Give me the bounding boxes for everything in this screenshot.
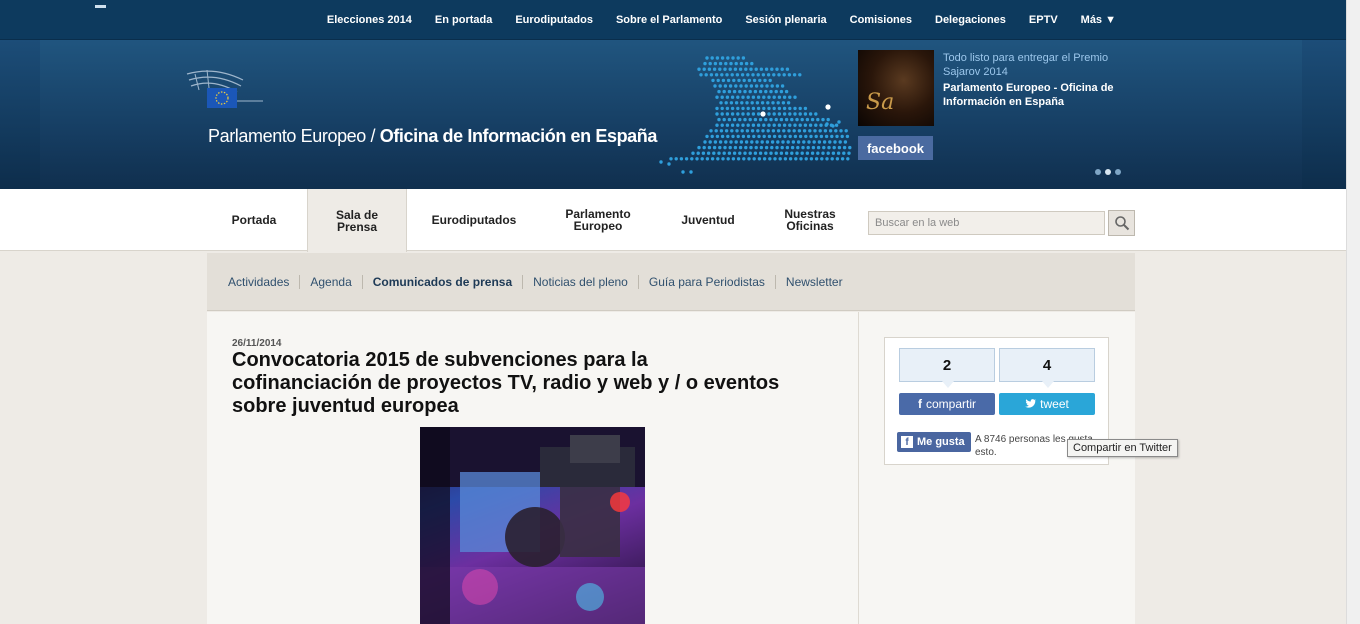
carousel-dot-3[interactable] [1115,169,1121,175]
site-title-bold: Oficina de Información en España [379,126,658,146]
mainnav-sala-de-prensa[interactable]: Sala de Prensa [307,189,407,252]
mainnav-juventud[interactable]: Juventud [670,189,746,251]
topnav-eptv[interactable]: EPTV [1029,14,1058,26]
article-content: 26/11/2014 Convocatoria 2015 de subvenci… [207,312,859,624]
tweet-button[interactable]: tweet [999,393,1095,415]
mainnav-portada[interactable]: Portada [215,189,293,251]
subnav-newsletter[interactable]: Newsletter [776,275,853,289]
search-button[interactable] [1108,210,1135,236]
article-photo [420,427,645,624]
topnav-sobre-parlamento[interactable]: Sobre el Parlamento [616,14,722,26]
parliament-logo-icon[interactable] [185,68,265,110]
tweet-tooltip: Compartir en Twitter [1067,439,1178,457]
site-title[interactable]: Parlamento Europeo / Oficina de Informac… [208,126,657,147]
search-icon [1114,216,1129,231]
subnav-noticias-del-pleno[interactable]: Noticias del pleno [523,274,639,289]
topnav-elecciones[interactable]: Elecciones 2014 [327,14,412,26]
twitter-bird-icon [1025,399,1037,408]
facebook-like-button[interactable]: f Me gusta [897,432,971,452]
topnav-eurodiputados[interactable]: Eurodiputados [515,14,593,26]
news-thumbnail[interactable]: Sa [858,50,934,126]
thumb-text: Sa [866,90,895,115]
carousel-dot-2[interactable] [1105,169,1111,175]
corner-mark [95,5,106,8]
topnav-delegaciones[interactable]: Delegaciones [935,14,1006,26]
news-teaser: Todo listo para entregar el Premio Sajar… [943,51,1123,109]
sidebar: 2 4 f compartir tweet f Me gusta A 8746 … [859,312,1135,624]
topnav-mas-dropdown[interactable]: Más ▼ [1081,14,1116,26]
tweet-label: tweet [1040,397,1069,411]
subnav-agenda[interactable]: Agenda [300,274,363,289]
facebook-logo-icon: f [901,436,913,448]
topnav-comisiones[interactable]: Comisiones [850,14,912,26]
main-nav: Portada Sala de Prensa Eurodiputados Par… [0,189,1346,252]
article-date: 26/11/2014 [232,338,282,349]
studio-camera-image [420,427,645,624]
mainnav-eurodiputados[interactable]: Eurodiputados [422,189,526,251]
search-input[interactable]: Buscar en la web [868,211,1105,235]
page-scrollbar[interactable] [1346,0,1360,624]
facebook-share-count: 2 [899,348,995,388]
news-link[interactable]: Todo listo para entregar el Premio Sajar… [943,51,1123,79]
spain-dot-map-icon [659,56,852,174]
article-headline: Convocatoria 2015 de subvenciones para l… [232,349,780,417]
topnav-sesion-plenaria[interactable]: Sesión plenaria [745,14,826,26]
subnav-actividades[interactable]: Actividades [218,274,301,289]
subnav-guia-periodistas[interactable]: Guía para Periodistas [639,274,776,289]
mainnav-parlamento-europeo[interactable]: Parlamento Europeo [548,189,648,251]
subnav-comunicados-de-prensa[interactable]: Comunicados de prensa [363,274,524,289]
carousel-dot-1[interactable] [1095,169,1101,175]
facebook-f-icon: f [917,397,922,411]
topnav-en-portada[interactable]: En portada [435,14,492,26]
facebook-share-button[interactable]: f compartir [899,393,995,415]
like-label: Me gusta [917,436,965,448]
mainnav-nuestras-oficinas[interactable]: Nuestras Oficinas [768,189,852,251]
sub-nav: Actividades Agenda Comunicados de prensa… [207,253,1135,311]
twitter-share-count: 4 [999,348,1095,388]
site-title-light: Parlamento Europeo / [208,126,380,146]
facebook-share-label: compartir [925,397,976,411]
top-nav: Elecciones 2014 En portada Eurodiputados… [304,0,1116,40]
carousel-dots [1095,169,1121,175]
news-source: Parlamento Europeo - Oficina de Informac… [943,82,1114,108]
header-banner: Parlamento Europeo / Oficina de Informac… [0,40,1346,189]
facebook-badge[interactable]: facebook [858,136,933,160]
top-bar: Elecciones 2014 En portada Eurodiputados… [0,0,1346,40]
